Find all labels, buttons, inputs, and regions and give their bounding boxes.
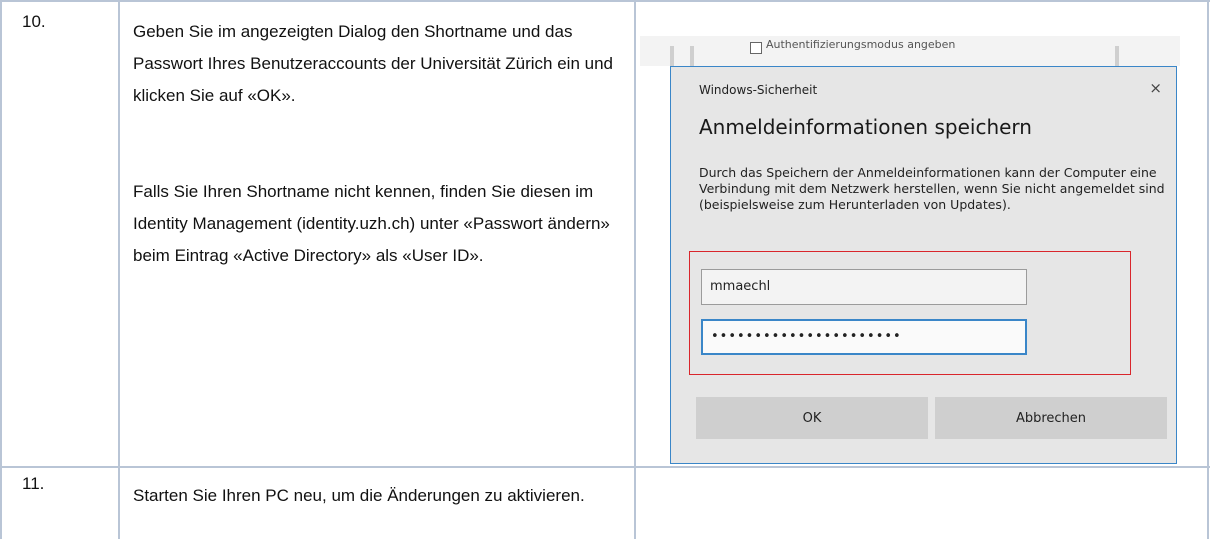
ok-button[interactable]: OK bbox=[696, 397, 928, 439]
background-label: Authentifizierungsmodus angeben bbox=[766, 38, 956, 51]
dialog-description: Durch das Speichern der Anmeldeinformati… bbox=[699, 165, 1165, 212]
table-border-top bbox=[0, 0, 1210, 2]
dialog-window-title: Windows-Sicherheit bbox=[699, 83, 818, 97]
close-icon[interactable]: × bbox=[1149, 79, 1162, 97]
step-paragraph: Falls Sie Ihren Shortname nicht kennen, … bbox=[133, 182, 610, 265]
windows-security-dialog: Windows-Sicherheit × Anmeldeinformatione… bbox=[670, 66, 1177, 464]
table-border-right bbox=[1207, 0, 1209, 539]
password-field[interactable]: •••••••••••••••••••••• bbox=[701, 319, 1027, 355]
dialog-screenshot: Authentifizierungsmodus angeben Windows-… bbox=[640, 36, 1180, 468]
table-divider-col1 bbox=[118, 0, 120, 539]
table-divider-col2 bbox=[634, 0, 636, 539]
table-border-left bbox=[0, 0, 2, 539]
step-number: 11. bbox=[22, 474, 45, 493]
step-instructions: Geben Sie im angezeigten Dialog den Shor… bbox=[133, 16, 623, 272]
step-paragraph: Starten Sie Ihren PC neu, um die Änderun… bbox=[133, 486, 585, 505]
username-field[interactable]: mmaechl bbox=[701, 269, 1027, 305]
dialog-heading: Anmeldeinformationen speichern bbox=[699, 115, 1032, 139]
cancel-button[interactable]: Abbrechen bbox=[935, 397, 1167, 439]
step-number: 10. bbox=[22, 12, 46, 31]
step-paragraph: Geben Sie im angezeigten Dialog den Shor… bbox=[133, 22, 614, 105]
step-instructions: Starten Sie Ihren PC neu, um die Änderun… bbox=[133, 480, 633, 512]
background-window: Authentifizierungsmodus angeben bbox=[640, 36, 1180, 66]
checkbox-icon bbox=[750, 42, 762, 54]
